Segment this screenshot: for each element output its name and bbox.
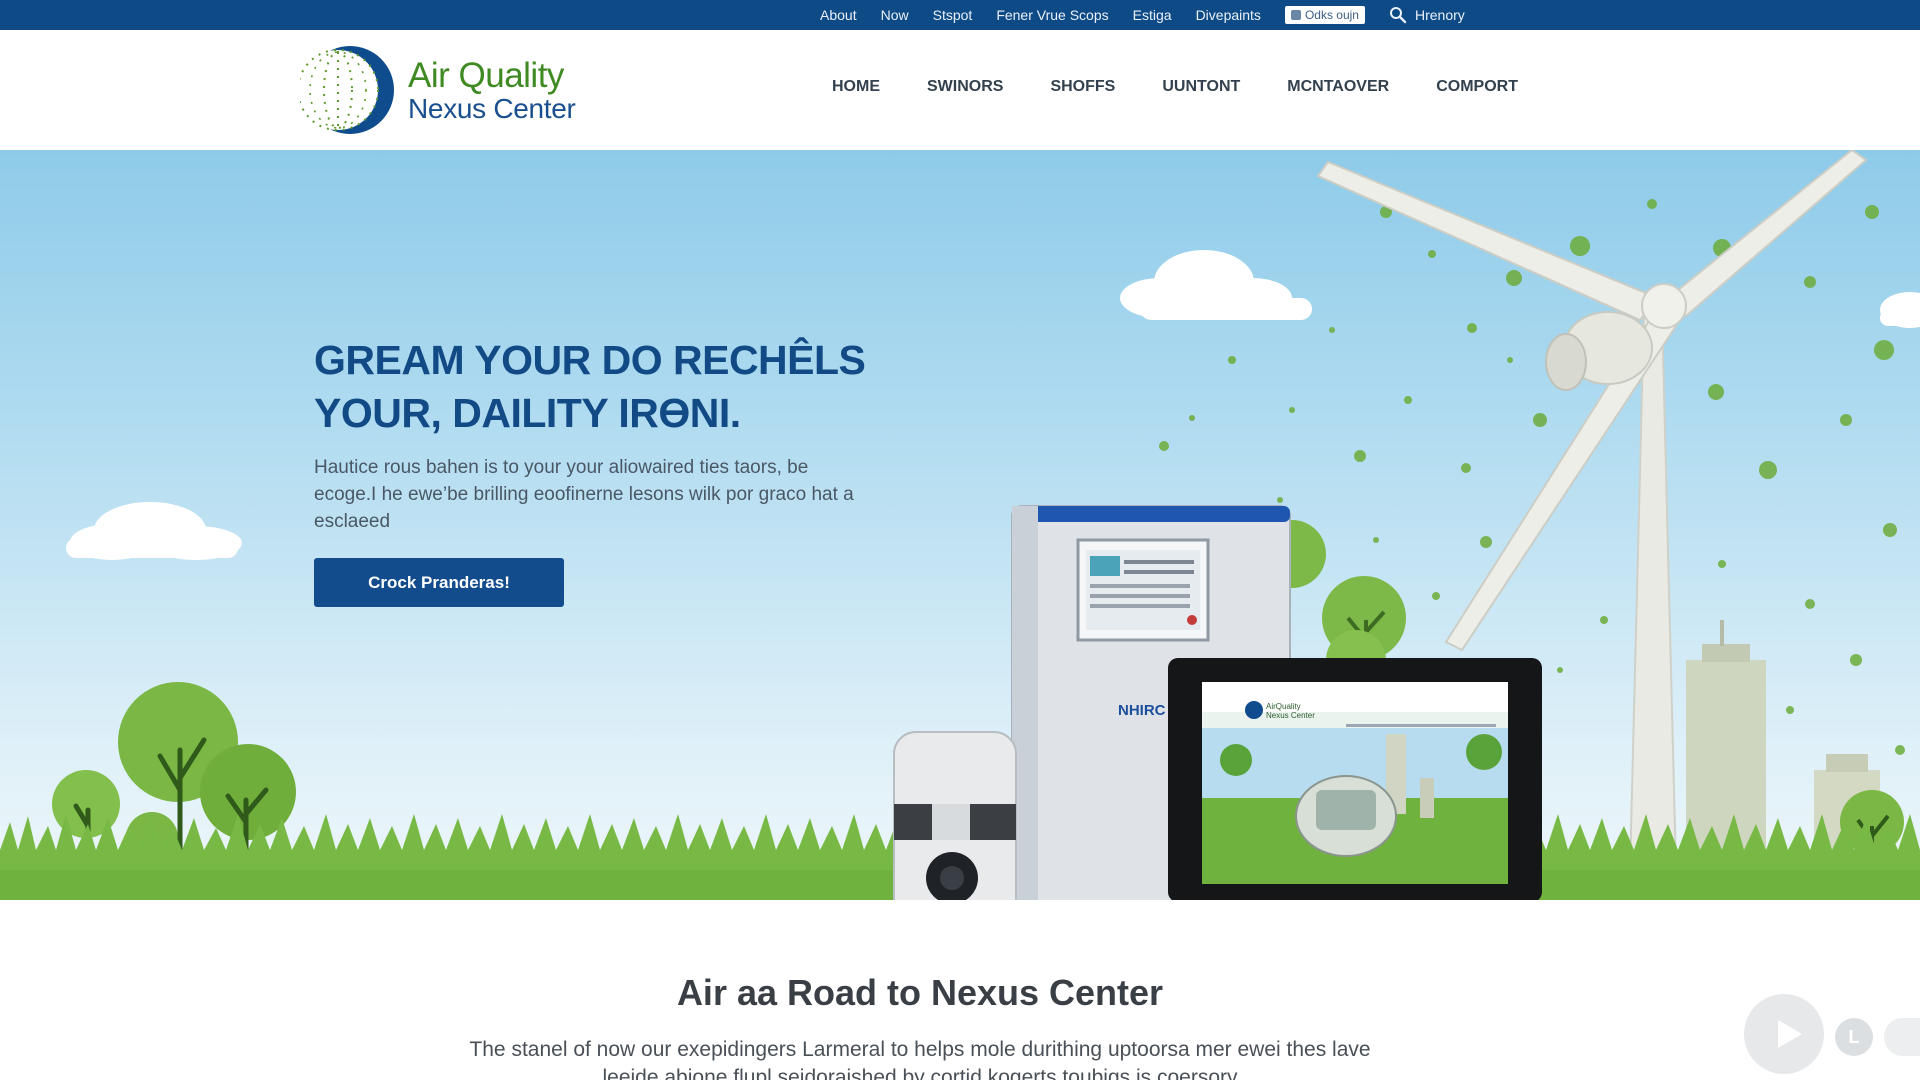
cylinder-sensor <box>893 731 1017 900</box>
nav-uuntont[interactable]: UUNTONT <box>1162 78 1240 96</box>
hero-cta-button[interactable]: Crock Pranderas! <box>314 558 564 607</box>
nav-mcntaover[interactable]: MCNTAOVER <box>1287 78 1389 96</box>
main-nav: HOME SWINORS SHOFFS UUNTONT MCNTAOVER CO… <box>832 78 1518 96</box>
logo-line1: Air Quality <box>408 55 564 95</box>
laptop-screen-logo: AirQuality Nexus Center <box>1266 702 1315 720</box>
video-play-button[interactable] <box>1744 994 1824 1074</box>
device-label: NHIRC <box>1118 702 1166 719</box>
nav-swinors[interactable]: SWINORS <box>927 78 1003 96</box>
laptop-logo-line1: AirQuality <box>1266 702 1301 711</box>
help-widget-button[interactable]: L <box>1835 1018 1873 1056</box>
nav-home[interactable]: HOME <box>832 78 880 96</box>
section-title: Air aa Road to Nexus Center <box>676 972 1164 1013</box>
laptop-device <box>1168 658 1542 900</box>
topbar-account[interactable]: Hrenory <box>1389 6 1465 24</box>
topbar-link-about[interactable]: About <box>820 7 857 23</box>
topbar-account-label: Hrenory <box>1414 7 1465 23</box>
search-icon[interactable] <box>1389 6 1407 24</box>
topbar-search-box[interactable]: Odks oujn <box>1284 6 1365 24</box>
topbar-link-stspot[interactable]: Stspot <box>933 7 973 23</box>
play-icon <box>1778 1020 1802 1048</box>
site-header: Air Quality Nexus Center HOME SWINORS SH… <box>0 30 1920 150</box>
cloud-icon <box>1120 250 1312 320</box>
top-utility-bar: About Now Stspot Fener Vrue Scops Estiga… <box>0 0 1920 30</box>
hero-title-line1: GREAM YOUR DO RECHÊLS <box>314 337 866 383</box>
hero-title: GREAM YOUR DO RECHÊLS YOUR, DAILITY IRƟN… <box>314 334 934 440</box>
nav-comport[interactable]: COMPORT <box>1436 78 1518 96</box>
chat-widget-button[interactable] <box>1884 1018 1920 1056</box>
laptop-logo-line2: Nexus Center <box>1266 711 1315 720</box>
top-utility-links: About Now Stspot Fener Vrue Scops Estiga… <box>820 0 1465 30</box>
hero-section: NHIRC AirQuality Nexus Center GREAM YOUR… <box>0 150 1920 900</box>
lock-icon <box>1290 10 1301 20</box>
topbar-link-estiga[interactable]: Estiga <box>1133 7 1172 23</box>
topbar-link-divepaints[interactable]: Divepaints <box>1196 7 1261 23</box>
cloud-icon <box>1880 292 1920 328</box>
site-logo[interactable]: Air Quality Nexus Center <box>300 42 576 138</box>
nav-shoffs[interactable]: SHOFFS <box>1050 78 1115 96</box>
hero-illustration <box>0 150 1920 900</box>
section-description: The stanel of now our exepidingers Larme… <box>469 1038 1371 1080</box>
hero-title-line2: YOUR, DAILITY IRƟNI. <box>314 390 741 436</box>
cloud-icon <box>66 502 242 560</box>
topbar-link-fener-vrue-scops[interactable]: Fener Vrue Scops <box>996 7 1108 23</box>
logo-line2: Nexus Center <box>408 92 576 124</box>
topbar-link-now[interactable]: Now <box>881 7 909 23</box>
logo-text: Air Quality Nexus Center <box>408 58 576 123</box>
hero-description: Hautice rous bahen is to your your aliow… <box>314 457 854 532</box>
topbar-search-label: Odks oujn <box>1304 8 1359 22</box>
globe-logo-icon <box>300 46 394 134</box>
